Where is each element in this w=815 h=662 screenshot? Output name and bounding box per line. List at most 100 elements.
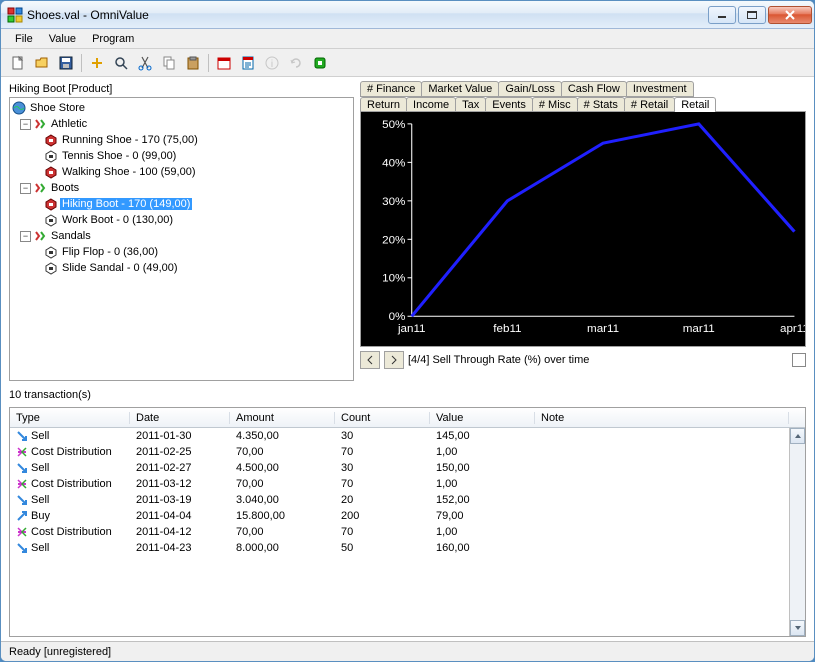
category-icon	[33, 117, 47, 131]
tree-item[interactable]: Running Shoe - 170 (75,00)	[60, 134, 200, 146]
svg-text:i: i	[271, 59, 273, 70]
chart-panel: # Finance Market Value Gain/Loss Cash Fl…	[360, 81, 806, 381]
copy-icon[interactable]	[158, 52, 180, 74]
tab-market-value[interactable]: Market Value	[421, 81, 499, 97]
settings-icon[interactable]	[309, 52, 331, 74]
info-icon: i	[261, 52, 283, 74]
tab-retail-hash[interactable]: # Retail	[624, 97, 675, 112]
cut-icon[interactable]	[134, 52, 156, 74]
category-icon	[33, 229, 47, 243]
tree-breadcrumb: Hiking Boot [Product]	[9, 81, 354, 97]
col-count[interactable]: Count	[335, 412, 430, 424]
svg-text:0%: 0%	[389, 312, 406, 324]
transaction-type-icon	[16, 494, 28, 506]
svg-text:apr11: apr11	[780, 323, 805, 335]
scroll-down-icon[interactable]	[790, 620, 805, 636]
col-type[interactable]: Type	[10, 412, 130, 424]
content-area: Hiking Boot [Product] Shoe Store − Athlet…	[1, 77, 814, 641]
search-icon[interactable]	[110, 52, 132, 74]
svg-text:40%: 40%	[382, 158, 405, 170]
transaction-type-icon	[16, 446, 28, 458]
new-file-icon[interactable]	[7, 52, 29, 74]
scroll-up-icon[interactable]	[790, 428, 805, 444]
tab-misc[interactable]: # Misc	[532, 97, 578, 112]
chart-area[interactable]: 0%10%20%30%40%50%jan11feb11mar11mar11apr…	[360, 111, 806, 347]
open-file-icon[interactable]	[31, 52, 53, 74]
titlebar[interactable]: Shoes.val - OmniValue	[1, 1, 814, 29]
tab-retail[interactable]: Retail	[674, 97, 716, 112]
chart-checkbox[interactable]	[792, 353, 806, 367]
svg-text:mar11: mar11	[587, 323, 619, 335]
product-icon	[44, 197, 58, 211]
product-icon	[44, 165, 58, 179]
tab-cashflow[interactable]: Cash Flow	[561, 81, 627, 97]
transaction-type-icon	[16, 430, 28, 442]
transaction-type-icon	[16, 462, 28, 474]
transaction-type-icon	[16, 542, 28, 554]
tree-root[interactable]: Shoe Store	[28, 102, 87, 114]
tree-item[interactable]: Tennis Shoe - 0 (99,00)	[60, 150, 178, 162]
transaction-type-icon	[16, 478, 28, 490]
paste-icon[interactable]	[182, 52, 204, 74]
status-bar: Ready [unregistered]	[1, 641, 814, 661]
table-body[interactable]: Sell2011-01-304.350,0030145,00Cost Distr…	[10, 428, 789, 636]
product-tree[interactable]: Shoe Store − Athletic Running Shoe - 170 …	[9, 97, 354, 381]
window-title: Shoes.val - OmniValue	[27, 8, 706, 22]
tab-tax[interactable]: Tax	[455, 97, 486, 112]
tree-category-boots[interactable]: Boots	[49, 182, 81, 194]
table-row[interactable]: Sell2011-04-238.000,0050160,00	[10, 540, 789, 556]
save-file-icon[interactable]	[55, 52, 77, 74]
app-icon	[7, 7, 23, 23]
transaction-type-icon	[16, 526, 28, 538]
product-icon	[44, 133, 58, 147]
product-icon	[44, 213, 58, 227]
tree-item[interactable]: Slide Sandal - 0 (49,00)	[60, 262, 180, 274]
tree-item[interactable]: Flip Flop - 0 (36,00)	[60, 246, 160, 258]
chart-prev-button[interactable]	[360, 351, 380, 369]
table-row[interactable]: Sell2011-01-304.350,0030145,00	[10, 428, 789, 444]
col-amount[interactable]: Amount	[230, 412, 335, 424]
svg-text:30%: 30%	[382, 196, 405, 208]
tab-events[interactable]: Events	[485, 97, 533, 112]
col-value[interactable]: Value	[430, 412, 535, 424]
tree-category-athletic[interactable]: Athletic	[49, 118, 89, 130]
tree-item[interactable]: Work Boot - 0 (130,00)	[60, 214, 175, 226]
tab-income[interactable]: Income	[406, 97, 456, 112]
chart-next-button[interactable]	[384, 351, 404, 369]
table-row[interactable]: Sell2011-03-193.040,0020152,00	[10, 492, 789, 508]
menu-value[interactable]: Value	[41, 31, 84, 47]
table-row[interactable]: Cost Distribution2011-04-1270,00701,00	[10, 524, 789, 540]
tab-stats[interactable]: # Stats	[577, 97, 625, 112]
tree-item-selected[interactable]: Hiking Boot - 170 (149,00)	[60, 198, 192, 210]
table-row[interactable]: Cost Distribution2011-02-2570,00701,00	[10, 444, 789, 460]
collapse-icon[interactable]: −	[20, 119, 31, 130]
tree-category-sandals[interactable]: Sandals	[49, 230, 93, 242]
report-icon[interactable]	[237, 52, 259, 74]
collapse-icon[interactable]: −	[20, 231, 31, 242]
table-row[interactable]: Sell2011-02-274.500,0030150,00	[10, 460, 789, 476]
svg-text:10%: 10%	[382, 273, 405, 285]
vertical-scrollbar[interactable]	[789, 428, 805, 636]
table-row[interactable]: Cost Distribution2011-03-1270,00701,00	[10, 476, 789, 492]
tree-item[interactable]: Walking Shoe - 100 (59,00)	[60, 166, 198, 178]
app-window: Shoes.val - OmniValue File Value Program…	[0, 0, 815, 662]
tab-investment[interactable]: Investment	[626, 81, 694, 97]
collapse-icon[interactable]: −	[20, 183, 31, 194]
tab-gainloss[interactable]: Gain/Loss	[498, 81, 562, 97]
col-date[interactable]: Date	[130, 412, 230, 424]
tab-return[interactable]: Return	[360, 97, 407, 112]
close-button[interactable]	[768, 6, 812, 24]
transaction-count: 10 transaction(s)	[9, 385, 806, 403]
tab-finance[interactable]: # Finance	[360, 81, 422, 97]
add-icon[interactable]	[86, 52, 108, 74]
menu-file[interactable]: File	[7, 31, 41, 47]
refresh-icon	[285, 52, 307, 74]
col-note[interactable]: Note	[535, 412, 789, 424]
minimize-button[interactable]	[708, 6, 736, 24]
table-row[interactable]: Buy2011-04-0415.800,0020079,00	[10, 508, 789, 524]
status-text: Ready [unregistered]	[9, 646, 111, 658]
calendar-icon[interactable]	[213, 52, 235, 74]
maximize-button[interactable]	[738, 6, 766, 24]
menu-program[interactable]: Program	[84, 31, 142, 47]
category-icon	[33, 181, 47, 195]
